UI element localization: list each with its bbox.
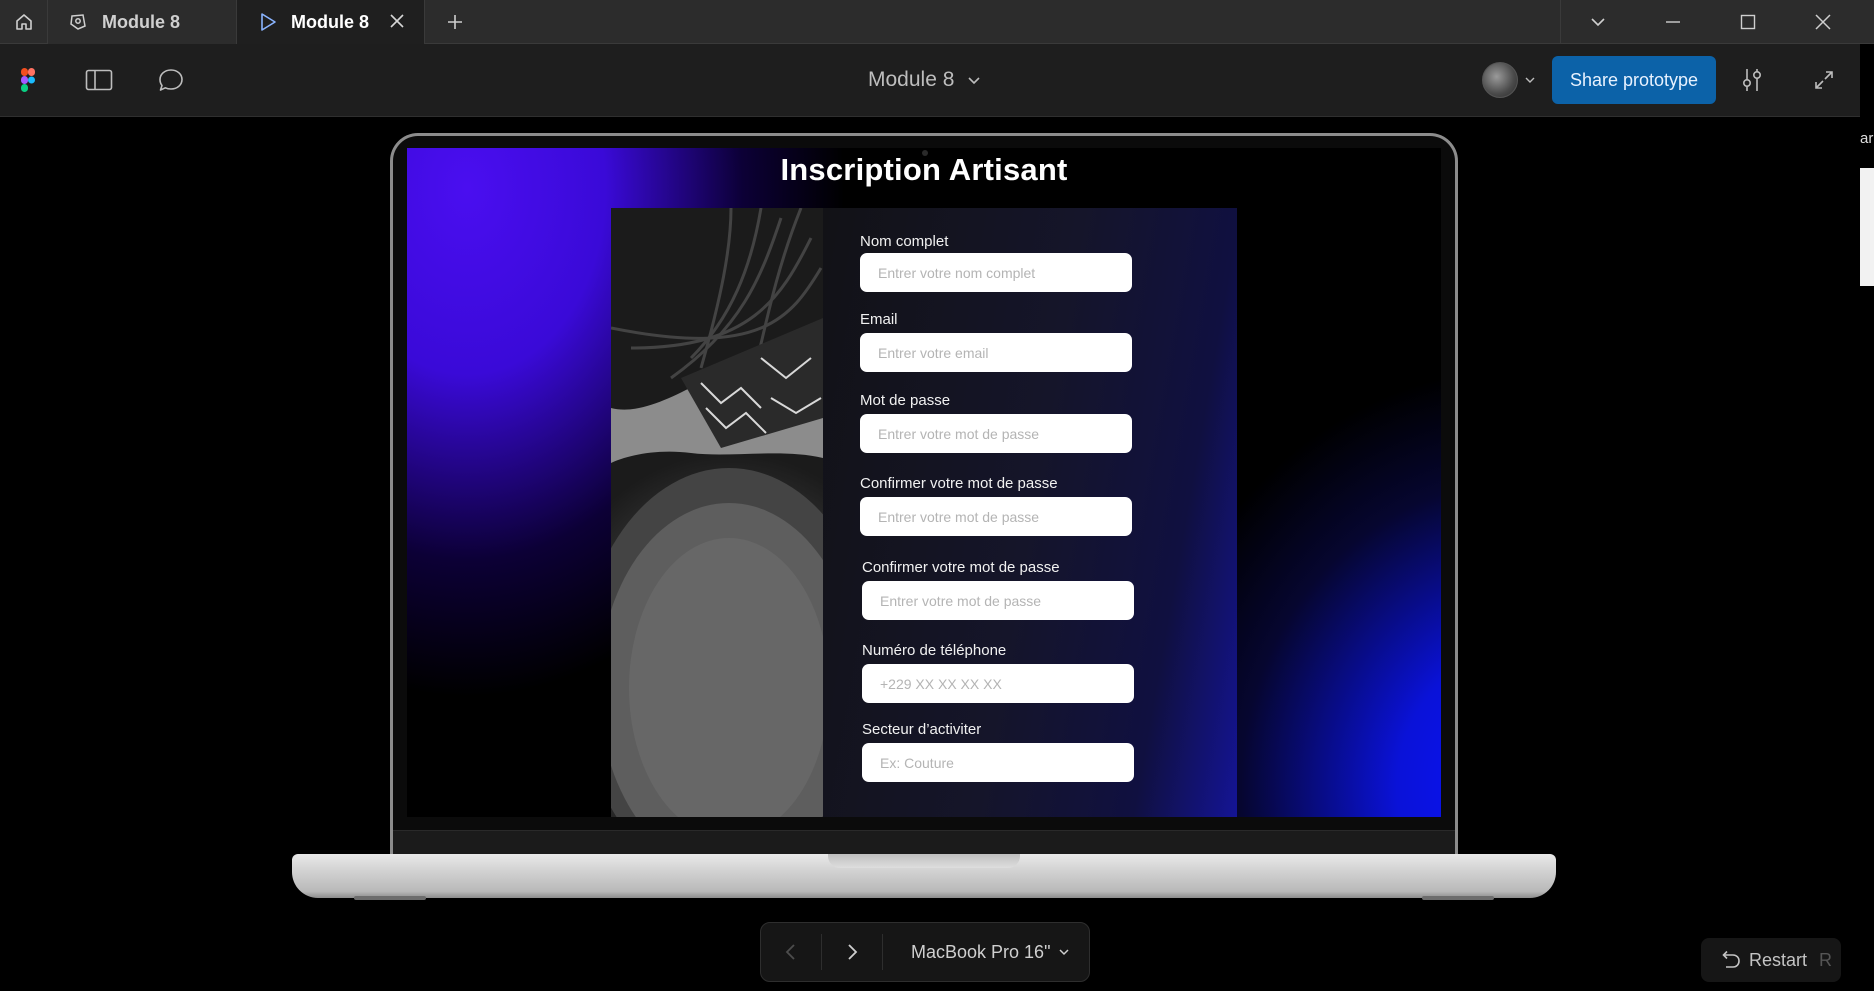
laptop-base-notch <box>828 854 1020 868</box>
page-title: Inscription Artisant <box>780 152 1068 187</box>
label-confirm-password-2: Confirmer votre mot de passe <box>862 559 1060 576</box>
plus-icon <box>448 15 462 29</box>
tab-label: Module 8 <box>102 11 181 32</box>
full-name-input[interactable] <box>860 253 1132 292</box>
home-button[interactable] <box>0 0 48 44</box>
restart-button[interactable]: Restart R <box>1701 938 1841 982</box>
label-activity-sector: Secteur d’activiter <box>862 721 982 738</box>
artisan-photo <box>611 208 823 817</box>
chevron-left-icon <box>785 944 795 960</box>
new-tab-button[interactable] <box>440 0 470 44</box>
camera-dot <box>922 150 928 156</box>
minimize-button[interactable] <box>1635 0 1710 44</box>
expand-icon <box>1815 71 1833 89</box>
phone-input[interactable] <box>862 664 1134 703</box>
prototype-screen: Inscription Artisant Nom complet Entrer … <box>407 148 1441 817</box>
close-icon[interactable] <box>388 12 406 35</box>
registration-form: Nom complet Email Mot de passe Confirmer… <box>823 208 1237 817</box>
device-label: MacBook Pro 16" <box>911 941 1051 962</box>
email-input[interactable] <box>860 333 1132 372</box>
password-input[interactable] <box>860 414 1132 453</box>
tab-label: Module 8 <box>291 11 370 32</box>
window-title-bar: Module 8 Module 8 <box>0 0 1874 44</box>
label-password: Mot de passe <box>860 392 951 409</box>
laptop-foot <box>1422 896 1494 900</box>
label-email: Email <box>860 311 898 328</box>
maximize-button[interactable] <box>1710 0 1785 44</box>
settings-sliders-icon <box>1742 69 1762 91</box>
play-icon <box>259 12 277 32</box>
confirm-password-input-2[interactable] <box>862 581 1134 620</box>
label-full-name: Nom complet <box>860 233 949 250</box>
user-menu[interactable] <box>1482 62 1536 98</box>
device-navigation: MacBook Pro 16" <box>760 922 1090 982</box>
toggle-sidebar-button[interactable] <box>81 62 117 98</box>
share-prototype-button[interactable]: Share prototype <box>1552 56 1716 104</box>
chevron-down-icon <box>1525 77 1535 83</box>
close-window-button[interactable] <box>1785 0 1860 44</box>
home-icon <box>15 14 32 30</box>
laptop-screen-bezel-bottom <box>393 830 1455 854</box>
file-title-dropdown[interactable]: Module 8 <box>868 68 982 92</box>
main-menu-button[interactable] <box>10 62 46 98</box>
prototype-settings-button[interactable] <box>1734 62 1770 98</box>
comments-button[interactable] <box>153 62 189 98</box>
sidebar-icon <box>85 69 113 91</box>
artisan-photo-illustration <box>611 208 823 817</box>
background-window-edge: arl <box>1860 44 1874 991</box>
chevron-down-icon <box>1590 18 1605 27</box>
chevron-right-icon <box>848 944 858 960</box>
fullscreen-button[interactable] <box>1806 62 1842 98</box>
prototype-toolbar: Module 8 Share prototype <box>0 44 1860 117</box>
laptop-foot <box>354 896 426 900</box>
tab-module-8-file[interactable]: Module 8 <box>48 0 237 44</box>
label-confirm-password: Confirmer votre mot de passe <box>860 475 1058 492</box>
confirm-password-input[interactable] <box>860 497 1132 536</box>
tabs-dropdown-button[interactable] <box>1560 0 1635 44</box>
background-window-text: arl <box>1860 130 1874 147</box>
restart-icon <box>1722 950 1740 968</box>
previous-frame-button[interactable] <box>761 923 821 981</box>
close-icon <box>1814 14 1831 30</box>
file-title: Module 8 <box>868 68 955 91</box>
figma-logo-icon <box>21 68 35 92</box>
background-window-panel <box>1860 168 1874 286</box>
activity-sector-input[interactable] <box>862 743 1134 782</box>
device-select[interactable]: MacBook Pro 16" <box>883 942 1070 963</box>
chevron-down-icon <box>1059 949 1069 956</box>
avatar <box>1482 62 1518 98</box>
comment-icon <box>159 69 183 91</box>
maximize-icon <box>1740 14 1755 30</box>
restart-shortcut: R <box>1819 949 1833 970</box>
label-phone: Numéro de téléphone <box>862 642 1007 659</box>
figma-file-icon <box>68 12 88 32</box>
next-frame-button[interactable] <box>822 923 882 981</box>
restart-label: Restart <box>1749 949 1808 970</box>
minimize-icon <box>1665 21 1680 23</box>
chevron-down-icon <box>968 77 980 85</box>
tab-module-8-prototype[interactable]: Module 8 <box>237 0 425 44</box>
